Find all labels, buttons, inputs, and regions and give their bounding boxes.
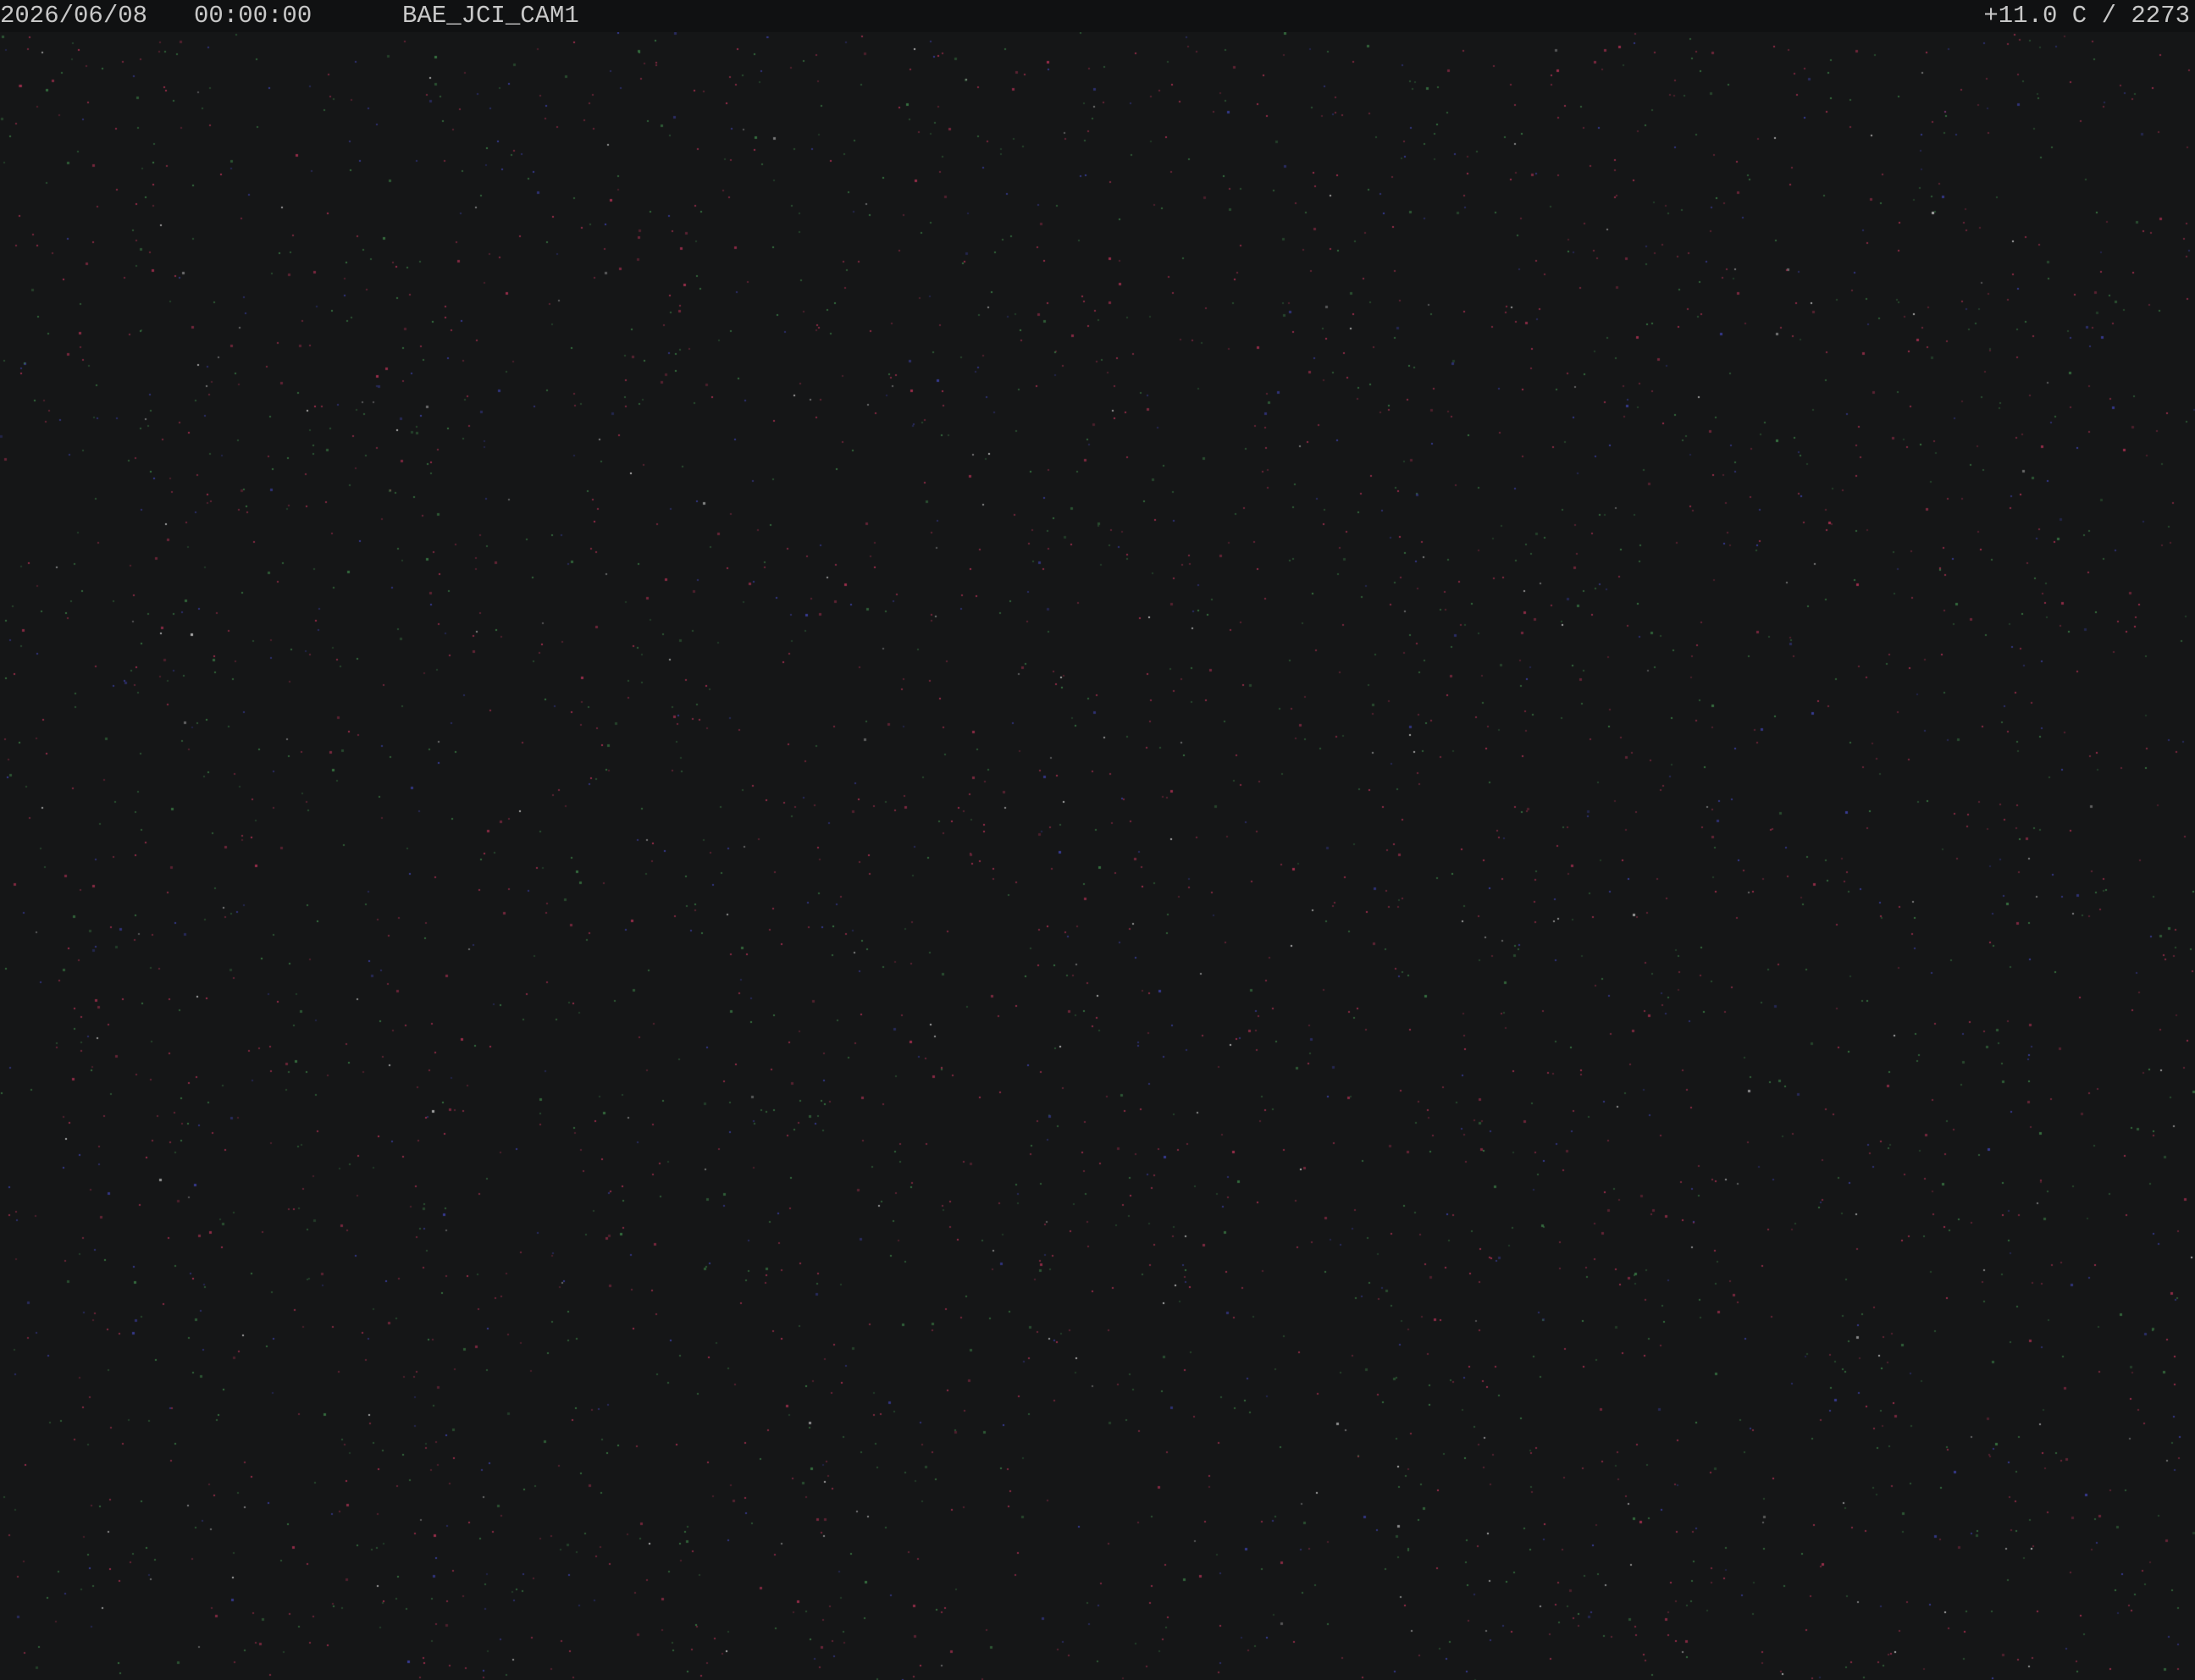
temperature-exposure-readout: +11.0 C / 2273 <box>1983 2 2190 30</box>
night-sky-image <box>0 32 2195 1680</box>
timestamp-time: 00:00:00 <box>194 2 312 30</box>
camera-name: BAE_JCI_CAM1 <box>402 2 579 30</box>
osd-header: 2026/06/08 00:00:00 BAE_JCI_CAM1 +11.0 C… <box>0 0 2195 32</box>
timestamp-date: 2026/06/08 <box>0 2 148 30</box>
camera-frame: 2026/06/08 00:00:00 BAE_JCI_CAM1 +11.0 C… <box>0 0 2195 1680</box>
